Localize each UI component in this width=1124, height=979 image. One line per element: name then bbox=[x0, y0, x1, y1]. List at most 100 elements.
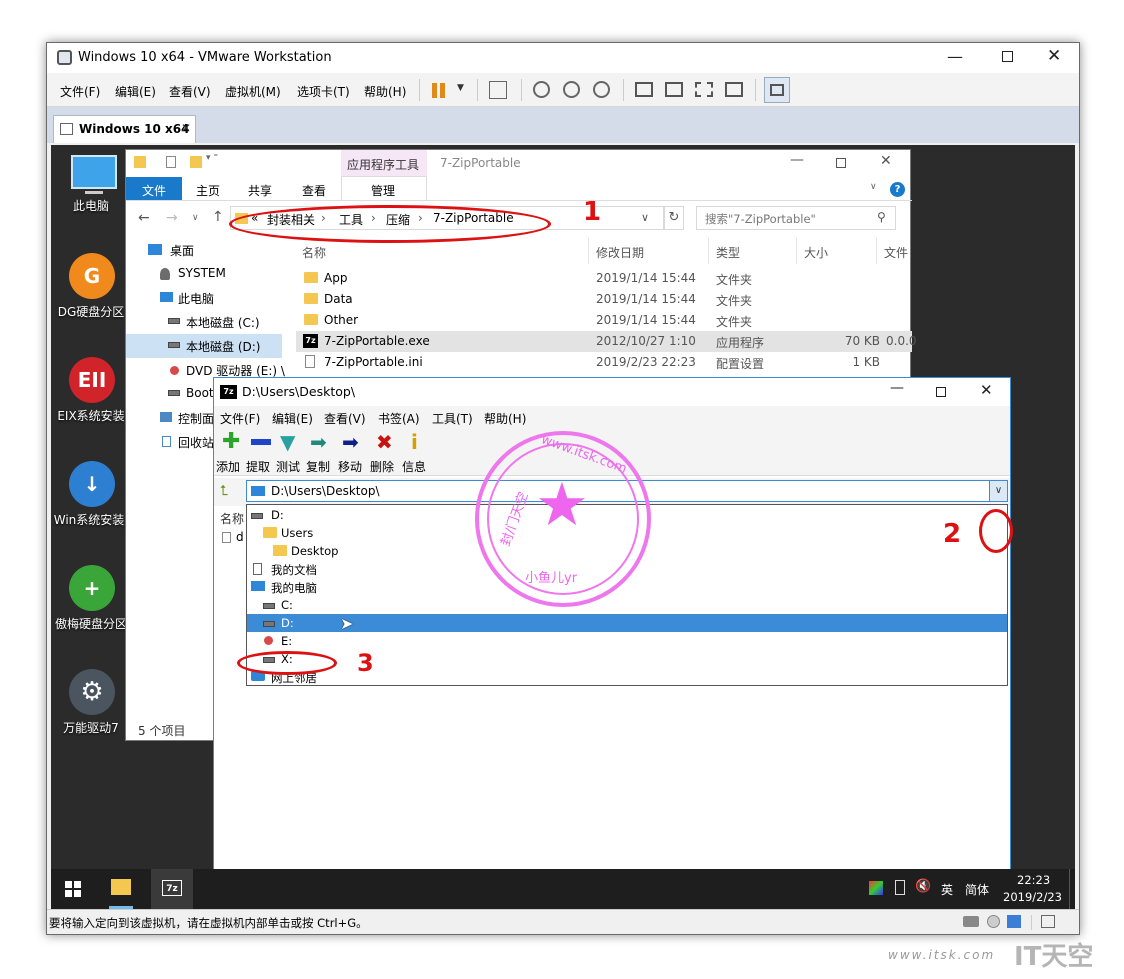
back-button[interactable]: ← bbox=[138, 210, 150, 226]
dropdown-item-computer[interactable]: 我的电脑 bbox=[247, 578, 1007, 596]
ribbon-tab-home[interactable]: 主页 bbox=[196, 182, 220, 199]
zip-menu-tools[interactable]: 工具(T) bbox=[432, 410, 473, 427]
file-row[interactable]: 7-ZipPortable.ini 2019/2/23 22:23 配置设置 1… bbox=[296, 352, 912, 373]
test-button[interactable]: ▼ 测试 bbox=[276, 430, 306, 474]
add-button[interactable]: ✚ 添加 bbox=[216, 430, 246, 475]
maximize-button[interactable] bbox=[1002, 51, 1013, 62]
show-desktop-button[interactable] bbox=[1069, 869, 1075, 909]
desktop-label-driver[interactable]: 万能驱动7 bbox=[51, 719, 131, 736]
menu-tabs[interactable]: 选项卡(T) bbox=[297, 83, 350, 100]
win-install-icon[interactable]: ↓ bbox=[69, 461, 115, 507]
volume-muted-icon[interactable]: 🔇 bbox=[915, 879, 931, 894]
send-keys-icon[interactable] bbox=[489, 81, 507, 99]
usb-tray-icon[interactable] bbox=[895, 880, 905, 895]
sevenzip-taskbar-button[interactable]: 7z bbox=[151, 869, 193, 909]
col-version[interactable]: 文件 bbox=[884, 244, 908, 261]
ribbon-tab-view[interactable]: 查看 bbox=[302, 182, 326, 199]
zip-col-name[interactable]: 名称 bbox=[220, 510, 244, 527]
nav-item-desktop[interactable]: 桌面 bbox=[170, 242, 194, 259]
nav-item-d[interactable]: 本地磁盘 (D:) bbox=[186, 338, 260, 355]
file-row-selected[interactable]: 7z 7-ZipPortable.exe 2012/10/27 1:10 应用程… bbox=[296, 331, 917, 352]
dg-icon[interactable]: G bbox=[69, 253, 115, 299]
clock-time[interactable]: 22:23 bbox=[1017, 873, 1050, 887]
file-row[interactable]: App 2019/1/14 15:44 文件夹 bbox=[296, 268, 912, 289]
up-folder-icon[interactable]: ⮤ bbox=[220, 483, 228, 499]
recent-dropdown-icon[interactable]: ∨ bbox=[192, 213, 199, 223]
aomei-icon[interactable]: + bbox=[69, 565, 115, 611]
zip-menu-view[interactable]: 查看(V) bbox=[324, 410, 366, 427]
ime-mode[interactable]: 简体 bbox=[965, 881, 989, 898]
zip-menu-bookmarks[interactable]: 书签(A) bbox=[378, 410, 420, 427]
dropdown-item-c[interactable]: C: bbox=[247, 596, 1007, 614]
zip-list-item[interactable]: d bbox=[236, 530, 244, 544]
copy-button[interactable]: ➡ 复制 bbox=[306, 430, 336, 474]
col-type[interactable]: 类型 bbox=[716, 244, 740, 261]
close-button[interactable]: ✕ bbox=[1047, 46, 1061, 66]
ribbon-tab-manage[interactable]: 管理 bbox=[341, 176, 427, 200]
help-icon[interactable]: ? bbox=[890, 182, 905, 197]
zip-menu-edit[interactable]: 编辑(E) bbox=[272, 410, 313, 427]
qat-dropdown-icon[interactable]: ▾ ⁼ bbox=[206, 153, 218, 163]
menu-file[interactable]: 文件(F) bbox=[60, 83, 100, 100]
ime-lang[interactable]: 英 bbox=[941, 881, 953, 898]
col-name[interactable]: 名称 bbox=[302, 244, 326, 261]
dropdown-item-d-selected[interactable]: D: bbox=[247, 614, 1007, 632]
desktop-label-pc[interactable]: 此电脑 bbox=[51, 197, 131, 214]
message-status-icon[interactable] bbox=[1041, 915, 1055, 928]
snapshot-icon[interactable] bbox=[533, 81, 550, 98]
windows-start-icon[interactable] bbox=[65, 881, 81, 897]
nav-item-boot[interactable]: Boot bbox=[186, 386, 214, 400]
gear-icon[interactable]: ⚙ bbox=[69, 669, 115, 715]
thumbnail-icon[interactable] bbox=[665, 82, 683, 97]
menu-edit[interactable]: 编辑(E) bbox=[115, 83, 156, 100]
refresh-button[interactable]: ↻ bbox=[664, 206, 684, 230]
new-folder-icon[interactable] bbox=[190, 156, 202, 168]
properties-icon[interactable] bbox=[166, 156, 176, 168]
sidebar-toggle-icon[interactable] bbox=[635, 82, 653, 97]
zip-maximize-button[interactable] bbox=[936, 387, 946, 397]
monitor-icon[interactable] bbox=[71, 155, 117, 189]
address-dropdown-button[interactable]: ∨ bbox=[989, 481, 1007, 501]
explorer-close-button[interactable]: ✕ bbox=[880, 153, 892, 169]
snapshot-manager-icon[interactable] bbox=[593, 81, 610, 98]
search-icon[interactable]: ⚲ bbox=[877, 210, 886, 224]
explorer-minimize-button[interactable]: — bbox=[790, 152, 804, 168]
explorer-maximize-button[interactable] bbox=[836, 158, 846, 168]
menu-help[interactable]: 帮助(H) bbox=[364, 83, 406, 100]
desktop-label-win[interactable]: Win系统安装 bbox=[51, 511, 129, 528]
network-status-icon[interactable] bbox=[1007, 915, 1021, 928]
move-button[interactable]: ➡ 移动 bbox=[338, 430, 368, 474]
ribbon-tab-share[interactable]: 共享 bbox=[248, 182, 272, 199]
extract-button[interactable]: 提取 bbox=[246, 430, 276, 474]
revert-snapshot-icon[interactable] bbox=[563, 81, 580, 98]
minimize-button[interactable]: — bbox=[947, 47, 963, 66]
up-button[interactable]: ↑ bbox=[212, 209, 224, 225]
pause-icon[interactable] bbox=[432, 83, 437, 98]
tab-close-icon[interactable]: ✕ bbox=[181, 121, 191, 135]
chevron-down-icon[interactable]: ▼ bbox=[457, 83, 464, 93]
eix-icon[interactable]: EII bbox=[69, 357, 115, 403]
nav-item-control[interactable]: 控制面 bbox=[178, 410, 214, 427]
clock-date[interactable]: 2019/2/23 bbox=[1003, 890, 1062, 904]
cd-status-icon[interactable] bbox=[987, 915, 1000, 928]
ribbon-tab-file[interactable]: 文件 bbox=[126, 177, 182, 201]
desktop-label-eix[interactable]: EIX系统安装 bbox=[51, 407, 131, 424]
col-date[interactable]: 修改日期 bbox=[596, 244, 644, 261]
info-button[interactable]: i 信息 bbox=[402, 430, 432, 474]
menu-view[interactable]: 查看(V) bbox=[169, 83, 211, 100]
menu-vm[interactable]: 虚拟机(M) bbox=[225, 83, 281, 100]
vm-tab[interactable]: Windows 10 x64 ✕ bbox=[53, 115, 196, 143]
forward-button[interactable]: → bbox=[166, 210, 178, 226]
nav-item-pc[interactable]: 此电脑 bbox=[178, 290, 214, 307]
color-tray-icon[interactable] bbox=[869, 881, 883, 895]
desktop-label-aomei[interactable]: 傲梅硬盘分区 bbox=[51, 615, 131, 632]
delete-button[interactable]: ✖ 删除 bbox=[370, 430, 400, 474]
desktop-label-dg[interactable]: DG硬盘分区 bbox=[51, 303, 131, 320]
zip-menu-help[interactable]: 帮助(H) bbox=[484, 410, 526, 427]
col-size[interactable]: 大小 bbox=[804, 244, 828, 261]
address-dropdown-icon[interactable]: ∨ bbox=[641, 211, 649, 224]
dropdown-item-e[interactable]: E: bbox=[247, 632, 1007, 650]
nav-item-recycle[interactable]: 回收站 bbox=[178, 434, 214, 451]
zip-close-button[interactable]: ✕ bbox=[980, 381, 993, 399]
file-row[interactable]: Data 2019/1/14 15:44 文件夹 bbox=[296, 289, 912, 310]
